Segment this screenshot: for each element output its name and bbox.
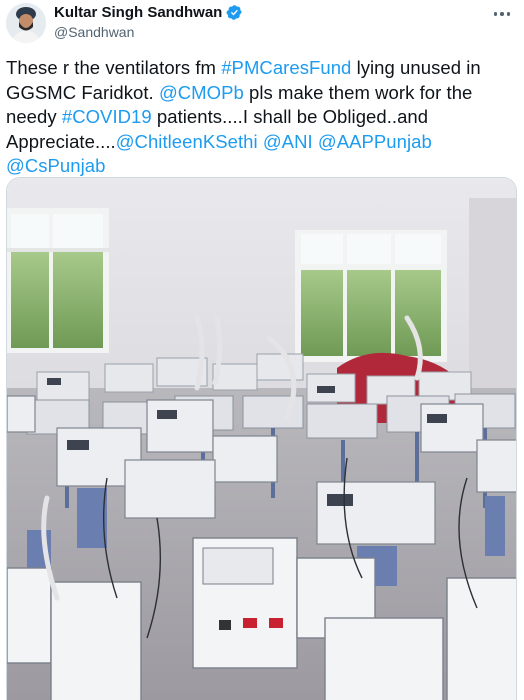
hashtag-link[interactable]: #PMCaresFund bbox=[221, 57, 351, 78]
mention-link[interactable]: @ChitleenKSethi bbox=[116, 131, 258, 152]
tweet-text-segment: lying unused in bbox=[351, 57, 481, 78]
mention-link[interactable]: @ANI bbox=[263, 131, 313, 152]
tweet[interactable]: Kultar Singh Sandhwan @Sandhwan These r … bbox=[0, 0, 524, 700]
person-avatar-icon bbox=[6, 3, 46, 43]
verified-badge-icon bbox=[226, 5, 243, 20]
author-name-row: Kultar Singh Sandhwan bbox=[54, 4, 243, 21]
author-handle[interactable]: @Sandhwan bbox=[54, 24, 134, 40]
hashtag-link[interactable]: #COVID19 bbox=[62, 106, 152, 127]
tweet-text-segment: These r the ventilators fm bbox=[6, 57, 222, 78]
mention-link[interactable]: @CsPunjab bbox=[6, 155, 105, 176]
mention-link[interactable]: @AAPPunjab bbox=[318, 131, 432, 152]
tweet-text-line: GGSMC Faridkot. @CMOPb pls make them wor… bbox=[6, 81, 518, 106]
tweet-text-segment: patients....I shall be Obliged..and bbox=[151, 106, 429, 128]
tweet-text-segment: Appreciate.... bbox=[6, 130, 116, 152]
tweet-text-line: needy #COVID19 patients....I shall be Ob… bbox=[6, 105, 518, 130]
tweet-text-line: @CsPunjab bbox=[6, 154, 518, 179]
tweet-text: These r the ventilators fm #PMCaresFund … bbox=[6, 56, 518, 179]
tweet-text-segment: needy bbox=[6, 106, 62, 128]
ventilators-photo bbox=[7, 178, 516, 700]
tweet-text-line: Appreciate....@ChitleenKSethi @ANI @AAPP… bbox=[6, 130, 518, 155]
tweet-media-photo[interactable] bbox=[6, 177, 517, 700]
more-options-icon[interactable] bbox=[488, 2, 516, 26]
mention-link[interactable]: @CMOPb bbox=[159, 82, 244, 103]
author-display-name[interactable]: Kultar Singh Sandhwan bbox=[54, 4, 222, 21]
tweet-text-segment: GGSMC Faridkot. bbox=[6, 81, 159, 103]
tweet-text-line: These r the ventilators fm #PMCaresFund … bbox=[6, 56, 518, 81]
author-avatar[interactable] bbox=[6, 3, 46, 43]
tweet-text-segment: pls make them work for the bbox=[243, 81, 473, 103]
